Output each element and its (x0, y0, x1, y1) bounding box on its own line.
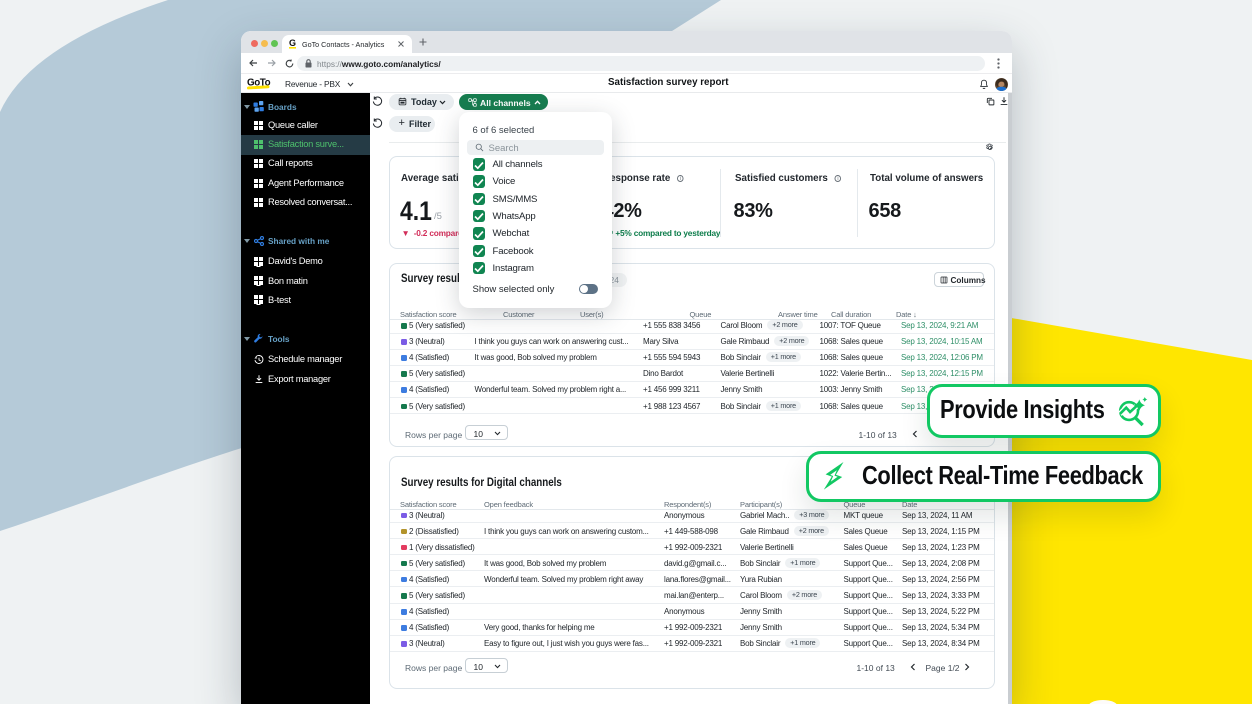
svg-text:G: G (289, 39, 296, 48)
